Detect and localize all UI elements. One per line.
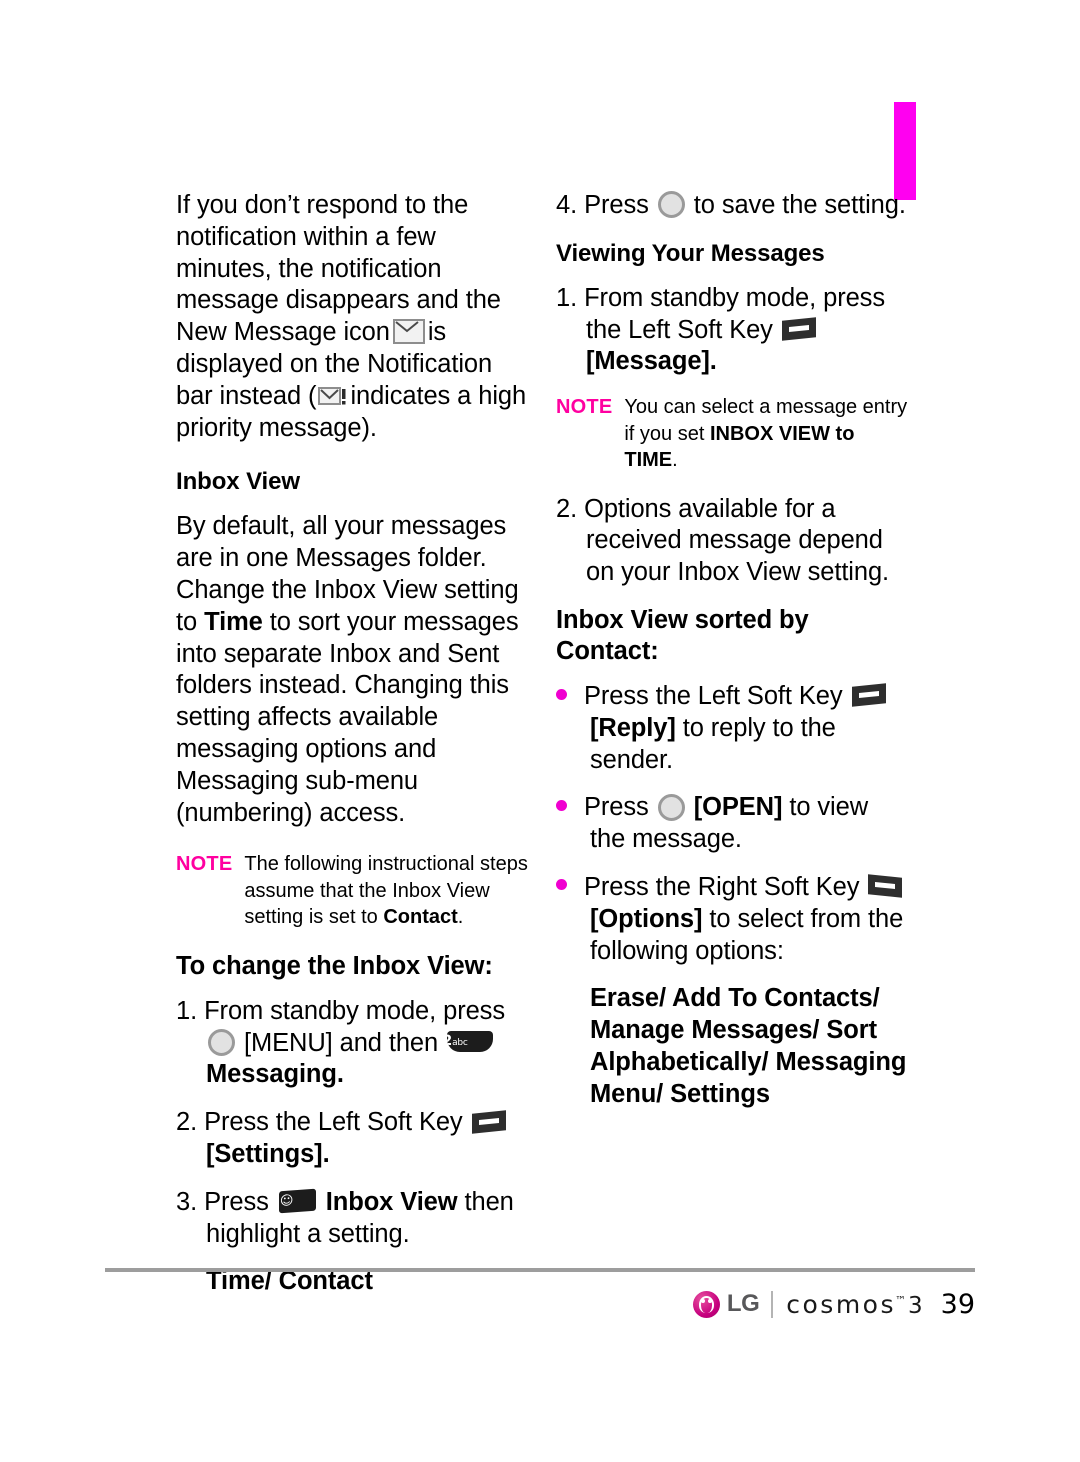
heading-viewing-your-messages: Viewing Your Messages <box>556 239 825 267</box>
step-2-left: 2. Press the Left Soft Key [Settings]. <box>176 1107 528 1171</box>
left-soft-key-icon <box>471 1109 506 1134</box>
step-2-right: 2. Options available for a received mess… <box>556 494 908 589</box>
footer-separator <box>771 1290 774 1318</box>
left-soft-key-icon <box>851 683 886 708</box>
bullet-item-options: Press the Right Soft Key [Options] to se… <box>556 872 908 967</box>
bullet-3-emphasis-options: [Options] <box>590 904 703 933</box>
step-4-right: 4. Press to save the setting. <box>556 190 908 222</box>
inbox-view-text-part2: to sort your messages into separate Inbo… <box>176 607 519 827</box>
bullet-1-text-part1: Press the Left Soft Key <box>584 682 843 711</box>
bullet-2-text-part1: Press <box>584 793 649 822</box>
step-1-left: 1. From standby mode, press [MENU] and t… <box>176 996 528 1091</box>
note-label: NOTE <box>556 396 613 419</box>
note-text-part2: . <box>672 449 678 472</box>
left-column: If you don’t respond to the notification… <box>176 190 528 1314</box>
new-message-envelope-icon <box>392 319 425 345</box>
product-name-text: cosmos <box>786 1289 896 1319</box>
right-soft-key-icon <box>868 874 903 899</box>
heading-inbox-view: Inbox View <box>176 468 300 496</box>
note-body: You can select a message entry if you se… <box>624 394 908 474</box>
trademark-symbol: ™ <box>895 1293 906 1307</box>
step-4-text-part1: Press <box>584 191 649 219</box>
note-block-left: NOTE The following instructional steps a… <box>176 851 528 931</box>
product-generation: 3 <box>908 1292 923 1319</box>
note-text-part2: . <box>457 906 464 929</box>
step-4-text-part2: to save the setting. <box>693 191 906 219</box>
bullet-dot-icon <box>556 688 567 700</box>
ok-key-icon <box>657 191 685 219</box>
lg-logo-icon <box>692 1290 720 1318</box>
step-1-text-part3: Messaging. <box>206 1060 344 1089</box>
bullet-3-text-part1: Press the Right Soft Key <box>584 873 860 902</box>
right-column: 4. Press to save the setting. Viewing Yo… <box>556 190 908 1127</box>
footer: LG cosmos™3 39 <box>692 1284 975 1324</box>
product-name: cosmos™3 <box>786 1290 922 1319</box>
note-label: NOTE <box>176 853 233 876</box>
step-1-right: 1. From standby mode, press the Left Sof… <box>556 283 908 378</box>
bullet-item-open: Press [OPEN] to view the message. <box>556 792 908 856</box>
page-number: 39 <box>940 1288 975 1320</box>
step-1-number: 1. <box>176 996 198 1025</box>
heading-to-change-inbox-view: To change the Inbox View: <box>176 951 493 980</box>
left-soft-key-icon <box>781 317 816 341</box>
step-2-number: 2. <box>176 1108 198 1137</box>
step-3-text-part2: Inbox View <box>325 1187 458 1216</box>
note-block-right: NOTE You can select a message entry if y… <box>556 394 908 474</box>
heading-inbox-view-sorted-by-contact: Inbox View sorted by Contact: <box>556 606 809 666</box>
step-2-text-part1: Press the Left Soft Key <box>204 1108 463 1137</box>
bullet-dot-icon <box>556 879 567 891</box>
options-list: Erase/ Add To Contacts/ Manage Messages/… <box>590 984 907 1108</box>
step-4-number: 4. <box>556 191 578 219</box>
high-priority-envelope-icon <box>318 385 348 407</box>
step-1-text-part1: From standby mode, press the Left Soft K… <box>584 283 885 344</box>
footer-divider <box>105 1268 975 1272</box>
step-2-text-part2: [Settings]. <box>206 1140 330 1169</box>
note-emphasis-contact: Contact <box>383 906 458 929</box>
bullet-dot-icon <box>556 799 567 811</box>
intro-text-part1: If you don’t respond to the notification… <box>176 191 501 347</box>
ok-key-icon <box>208 1028 235 1056</box>
key-2abc-icon: 2abc <box>447 1031 494 1053</box>
key-1-icon: 1☺ <box>278 1188 316 1214</box>
inbox-view-paragraph: By default, all your messages are in one… <box>176 511 528 829</box>
step-3-left: 3. Press 1☺ Inbox View then highlight a … <box>176 1187 528 1251</box>
note-body: The following instructional steps assume… <box>244 851 528 931</box>
section-tab-marker <box>894 102 916 200</box>
step-1-text-part2: [Message]. <box>586 347 717 376</box>
step-2-text: Options available for a received message… <box>584 494 890 587</box>
step-2-number: 2. <box>556 494 578 523</box>
step-1-text-part1: From standby mode, press <box>204 996 505 1025</box>
step-1-text-part2: [MENU] and then <box>244 1028 439 1057</box>
ok-key-icon <box>657 793 685 821</box>
step-3-text-part1: Press <box>204 1187 269 1216</box>
step-3-number: 3. <box>176 1187 198 1216</box>
bullet-item-reply: Press the Left Soft Key [Reply] to reply… <box>556 681 908 776</box>
bullet-1-emphasis-reply: [Reply] <box>590 713 676 742</box>
step-1-number: 1. <box>556 283 578 312</box>
bullet-2-emphasis-open: [OPEN] <box>693 793 783 822</box>
inbox-view-emphasis-time: Time <box>204 607 263 636</box>
intro-paragraph: If you don’t respond to the notification… <box>176 190 528 444</box>
lg-brand-text: LG <box>726 1290 760 1317</box>
